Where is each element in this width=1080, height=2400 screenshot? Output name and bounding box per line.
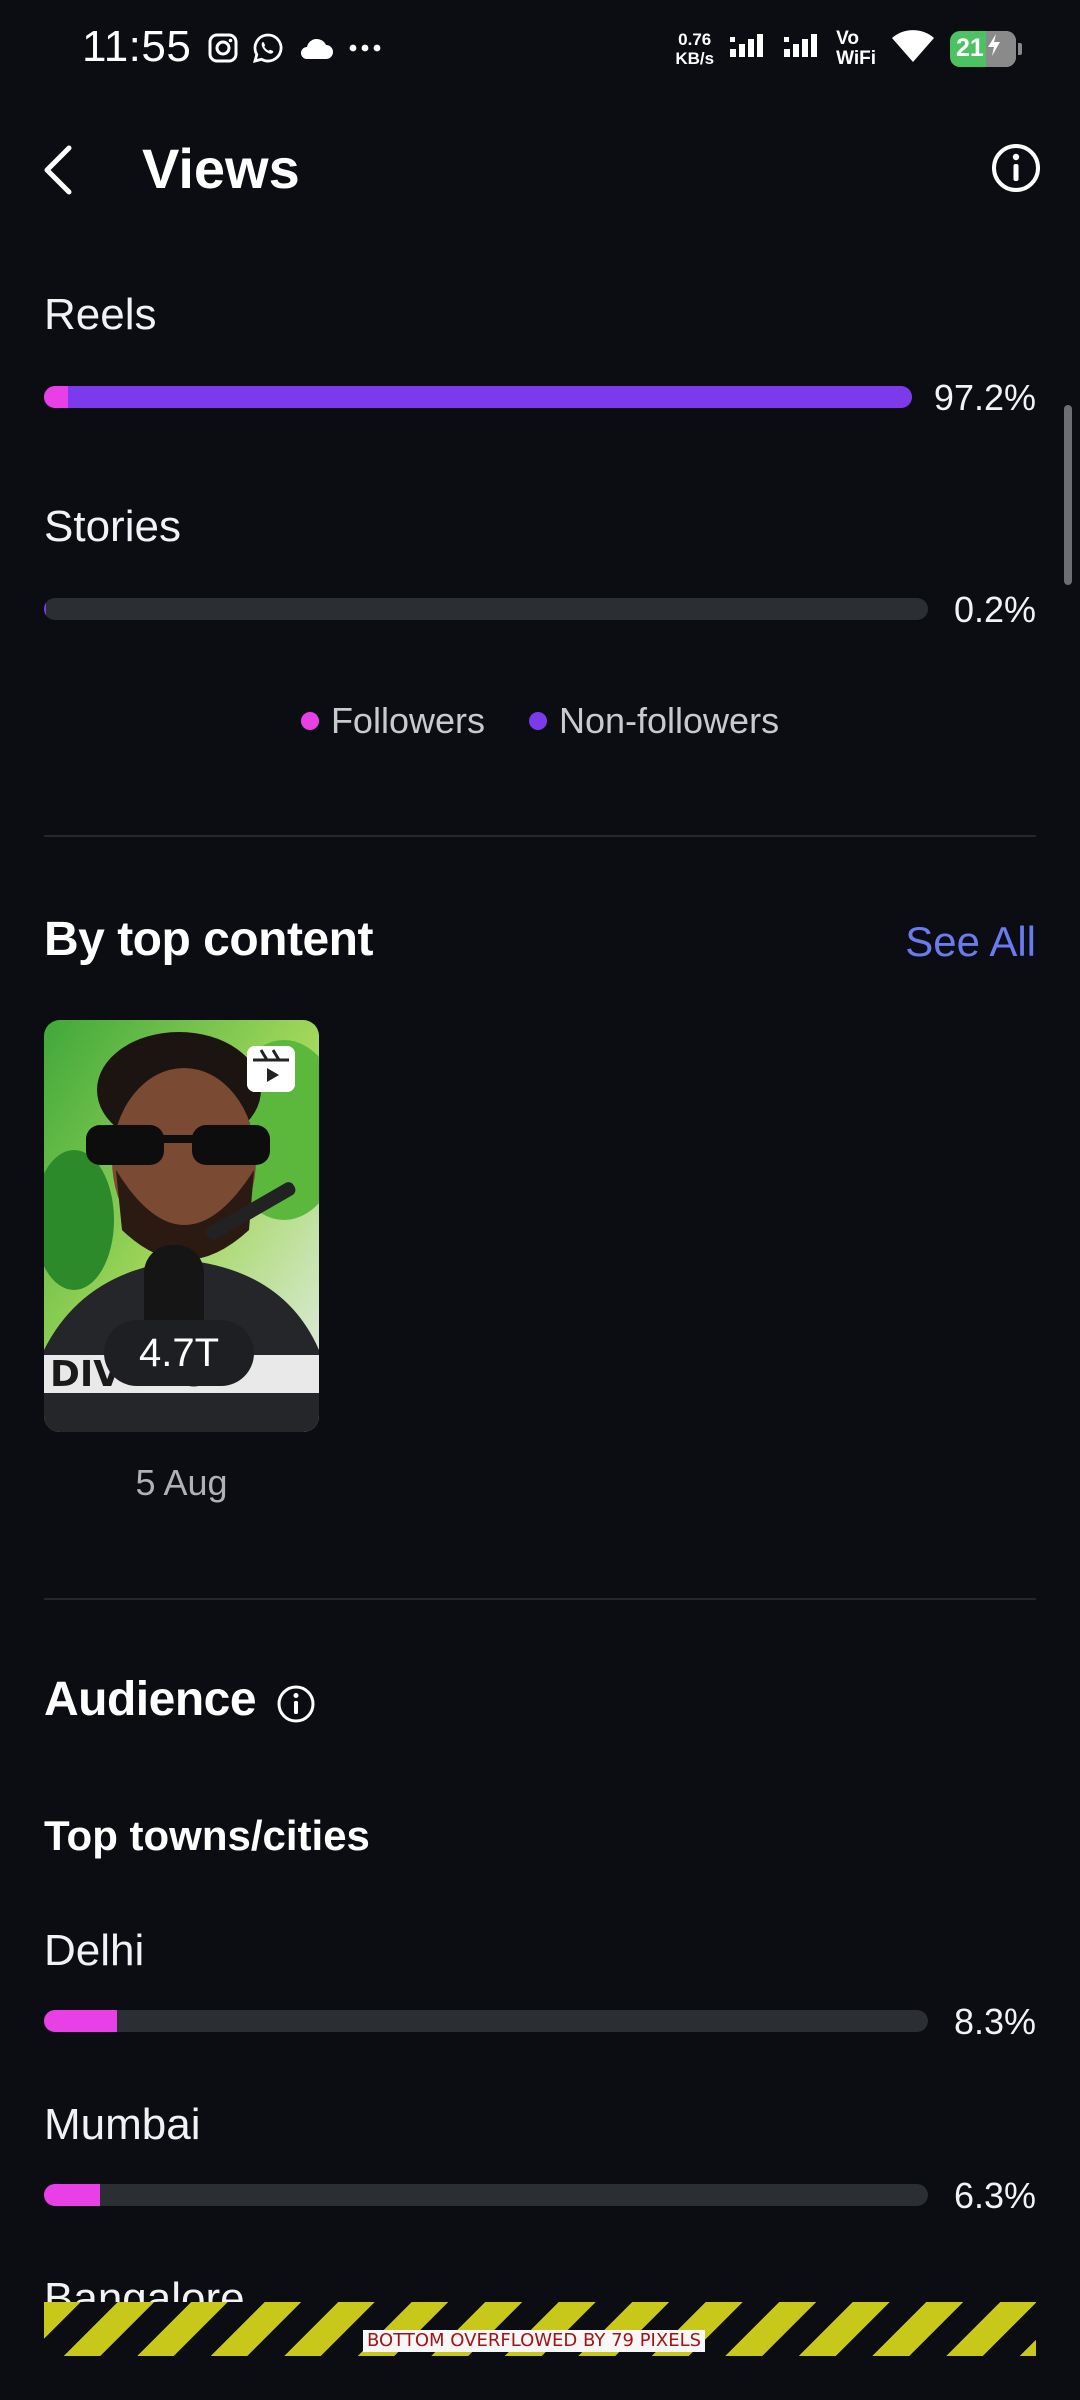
reels-bar-nonfollowers (68, 386, 912, 408)
whatsapp-icon (252, 32, 284, 64)
net-speed-value: 0.76 (678, 29, 712, 49)
divider (44, 1598, 1036, 1600)
audience-title: Audience (44, 1673, 257, 1726)
back-arrow-icon (44, 145, 72, 195)
vowifi-top: Vo (836, 27, 859, 49)
legend-followers-label: Followers (330, 700, 485, 741)
scrollbar[interactable] (1064, 405, 1072, 585)
reels-bar-followers (44, 386, 69, 408)
city-name-delhi: Delhi (44, 1926, 145, 1975)
charging-icon (986, 33, 1002, 64)
city-name-mumbai: Mumbai (44, 2100, 201, 2149)
vowifi-indicator: Vo WiFi (836, 27, 876, 69)
instagram-icon (208, 33, 238, 63)
legend-nonfollowers: Non-followers (528, 700, 780, 742)
legend: Followers Non-followers (0, 700, 1080, 742)
signal-icon-2 (782, 31, 822, 66)
city-bar-delhi (44, 2010, 928, 2032)
reels-percent: 97.2% (933, 377, 1036, 418)
top-content-thumbnail[interactable]: DIV ING 4.7T (44, 1020, 319, 1432)
city-bar-mumbai-fill (44, 2184, 100, 2206)
net-speed-unit: KB/s (675, 48, 715, 68)
stories-label: Stories (44, 502, 181, 551)
city-percent-mumbai: 6.3% (953, 2175, 1036, 2216)
followers-dot (300, 712, 319, 730)
divider (44, 835, 1036, 837)
vowifi-bottom: WiFi (836, 47, 876, 69)
info-button[interactable] (988, 140, 1044, 196)
status-time: 11:55 (82, 22, 192, 71)
legend-nonfollowers-label: Non-followers (558, 700, 780, 741)
net-speed: 0.76 KB/s (675, 30, 714, 68)
wifi-icon (890, 28, 936, 69)
cloud-icon (298, 35, 334, 61)
legend-followers: Followers (300, 700, 485, 742)
top-cities-subtitle: Top towns/cities (44, 1812, 370, 1859)
overflow-warning-text: BOTTOM OVERFLOWED BY 79 PIXELS (363, 2330, 706, 2352)
stories-percent: 0.2% (953, 589, 1036, 630)
info-icon (277, 1685, 315, 1723)
stories-bar (44, 598, 928, 620)
city-percent-delhi: 8.3% (953, 2001, 1036, 2042)
views-count-badge: 4.7T (104, 1320, 254, 1386)
battery-level: 21 (956, 34, 984, 62)
battery-indicator: 21 (950, 30, 1022, 67)
nonfollowers-dot (528, 712, 547, 730)
city-bar-mumbai (44, 2184, 928, 2206)
audience-info-button[interactable] (276, 1684, 316, 1724)
info-icon (992, 144, 1040, 192)
more-dots-icon (348, 43, 382, 53)
reels-icon (247, 1046, 295, 1092)
city-bar-delhi-fill (44, 2010, 118, 2032)
reels-label: Reels (44, 290, 157, 339)
top-content-title: By top content (44, 913, 373, 966)
status-right: 0.76 KB/s Vo WiFi 21 (675, 27, 1022, 69)
back-button[interactable] (28, 130, 88, 210)
reels-bar (44, 386, 912, 408)
stories-bar-nonfollowers (44, 598, 46, 620)
see-all-link[interactable]: See All (905, 918, 1036, 966)
page-title: Views (142, 137, 300, 200)
status-left-icons (208, 32, 382, 64)
signal-icon (728, 31, 768, 66)
top-content-date: 5 Aug (135, 1462, 228, 1503)
